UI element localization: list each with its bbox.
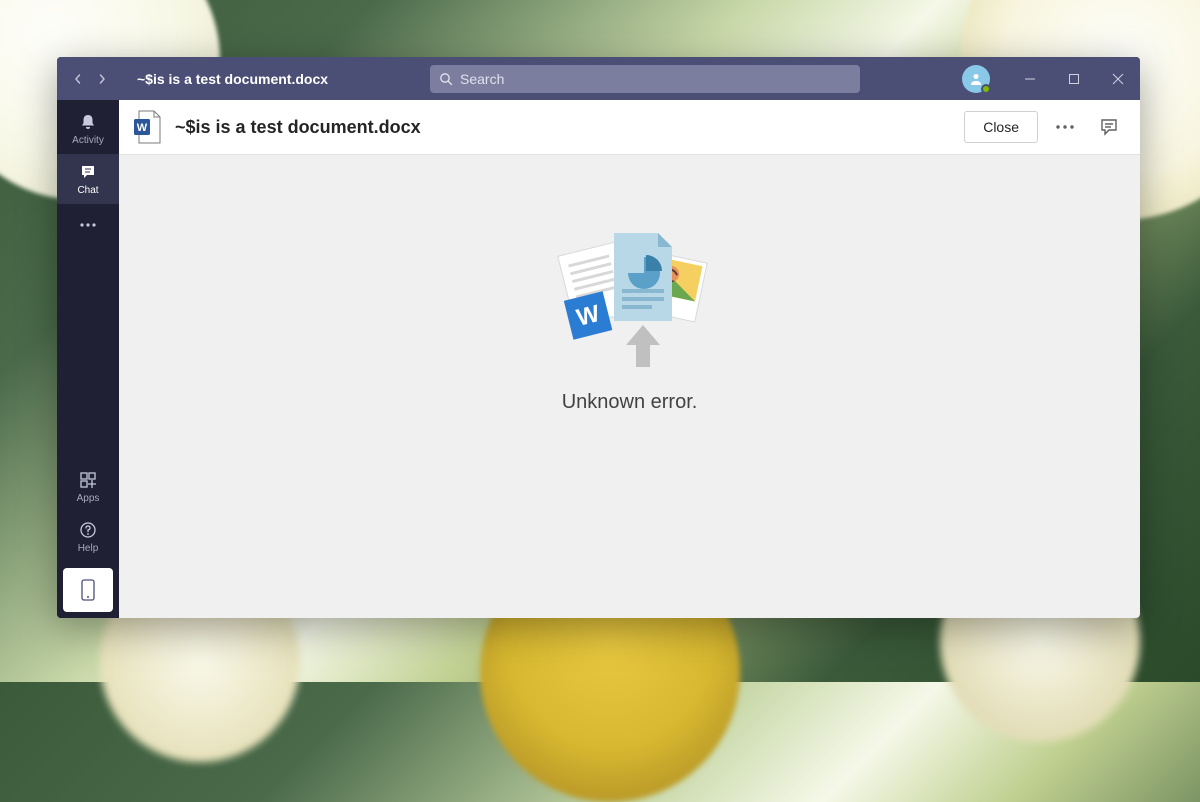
document-header-bar: W ~$is is a test document.docx Close	[119, 100, 1140, 155]
maximize-button[interactable]	[1052, 57, 1096, 100]
teams-app-window: ~$is is a test document.docx	[57, 57, 1140, 618]
minimize-icon	[1024, 73, 1036, 85]
document-content-area: W	[119, 155, 1140, 618]
rail-item-help[interactable]: Help	[57, 512, 119, 562]
close-icon	[1112, 73, 1124, 85]
conversation-icon	[1099, 117, 1119, 137]
nav-back-button[interactable]	[67, 68, 89, 90]
nav-arrows	[67, 68, 113, 90]
titlebar: ~$is is a test document.docx	[57, 57, 1140, 100]
chevron-left-icon	[73, 74, 83, 84]
window-title: ~$is is a test document.docx	[137, 71, 328, 87]
ellipsis-icon	[1056, 125, 1074, 129]
document-title: ~$is is a test document.docx	[175, 117, 421, 138]
chat-icon	[78, 162, 98, 182]
mobile-icon	[81, 579, 95, 601]
maximize-icon	[1068, 73, 1080, 85]
error-message-text: Unknown error.	[562, 391, 698, 414]
rail-item-more[interactable]	[57, 204, 119, 246]
rail-spacer	[57, 246, 119, 462]
app-body: Activity Chat Apps	[57, 100, 1140, 618]
person-icon	[968, 71, 984, 87]
rail-label: Apps	[77, 493, 100, 504]
chevron-right-icon	[97, 74, 107, 84]
rail-item-apps[interactable]: Apps	[57, 462, 119, 512]
rail-label: Help	[78, 543, 99, 554]
open-conversation-button[interactable]	[1092, 111, 1126, 143]
titlebar-right	[962, 57, 1140, 100]
search-container	[430, 65, 860, 93]
docbar-right: Close	[964, 111, 1126, 143]
close-window-button[interactable]	[1096, 57, 1140, 100]
search-input[interactable]	[430, 65, 860, 93]
help-icon	[78, 520, 98, 540]
ellipsis-icon	[78, 215, 98, 235]
presence-available-dot	[981, 84, 991, 94]
close-document-button[interactable]: Close	[964, 111, 1038, 143]
main-area: W ~$is is a test document.docx Close	[119, 100, 1140, 618]
bell-icon	[78, 112, 98, 132]
left-rail: Activity Chat Apps	[57, 100, 119, 618]
upload-error-illustration: W	[540, 225, 720, 385]
rail-label: Activity	[72, 135, 104, 146]
svg-text:W: W	[137, 122, 148, 134]
search-icon	[439, 72, 453, 86]
rail-item-mobile[interactable]	[63, 568, 113, 612]
rail-item-chat[interactable]: Chat	[57, 154, 119, 204]
nav-forward-button[interactable]	[91, 68, 113, 90]
more-options-button[interactable]	[1048, 111, 1082, 143]
user-avatar[interactable]	[962, 65, 990, 93]
rail-item-activity[interactable]: Activity	[57, 104, 119, 154]
minimize-button[interactable]	[1008, 57, 1052, 100]
apps-icon	[78, 470, 98, 490]
error-state: W	[540, 225, 720, 414]
word-document-icon: W	[133, 110, 161, 144]
rail-label: Chat	[77, 185, 98, 196]
